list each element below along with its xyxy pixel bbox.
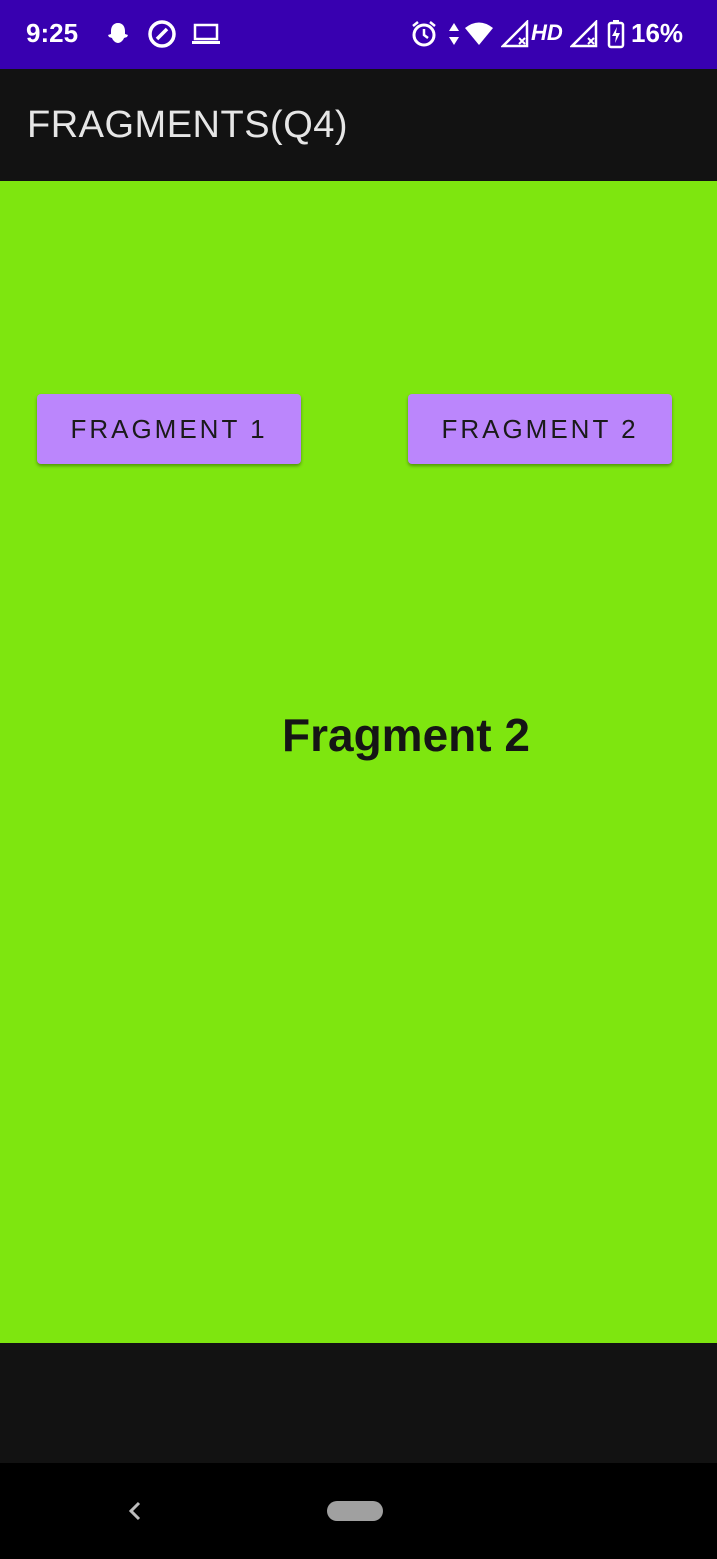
navigation-bar [0,1463,717,1559]
status-time: 9:25 [26,18,79,48]
snapchat-icon [103,18,133,50]
alarm-icon [409,18,439,50]
app-bar: FRAGMENTS(Q4) [0,69,717,181]
home-pill-icon[interactable] [327,1501,383,1521]
status-bar: 9:25 HD 16% [0,0,717,69]
data-arrows-icon [446,18,462,50]
signal-icon-2 [569,18,599,50]
laptop-icon [191,18,221,50]
main-content: FRAGMENT 1 FRAGMENT 2 Fragment 2 [0,181,717,1343]
battery-charging-icon [605,18,627,50]
fragment-1-button[interactable]: FRAGMENT 1 [37,394,301,464]
wifi-icon [464,18,494,50]
fragment-2-button[interactable]: FRAGMENT 2 [408,394,672,464]
battery-percent: 16% [631,18,684,48]
vpn-icon [147,18,177,50]
bottom-area [0,1343,717,1463]
back-icon[interactable] [122,1495,146,1527]
network-type: HD [531,20,563,45]
fragment-text: Fragment 2 [282,709,530,761]
signal-icon [500,18,530,50]
app-title: FRAGMENTS(Q4) [27,104,349,146]
